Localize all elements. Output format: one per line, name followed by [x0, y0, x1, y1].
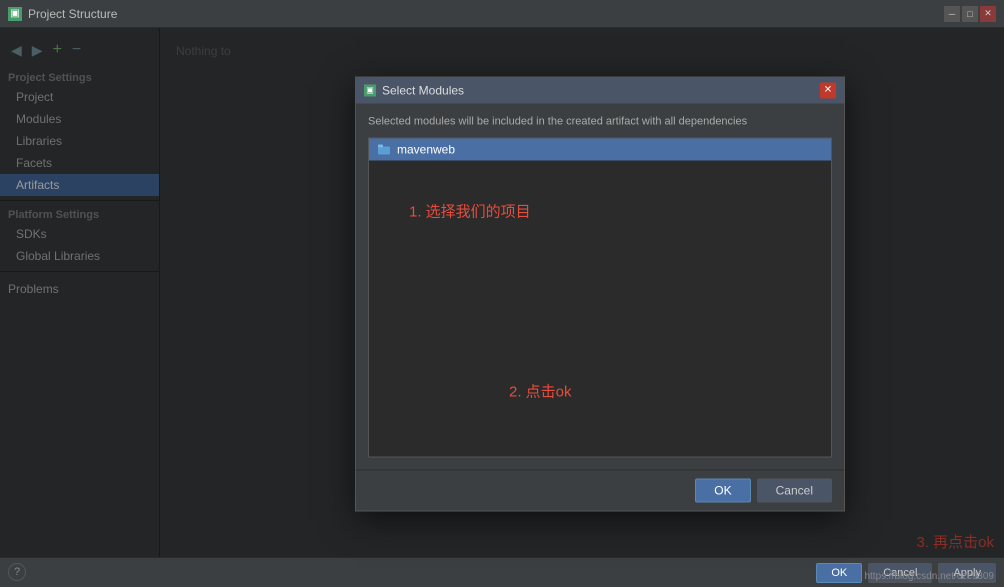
modal-icon: ▣ [364, 84, 376, 96]
minimize-button[interactable]: ─ [944, 6, 960, 22]
modal-cancel-button[interactable]: Cancel [757, 478, 832, 502]
modal-body: Selected modules will be included in the… [356, 103, 844, 469]
close-button[interactable]: ✕ [980, 6, 996, 22]
modal-ok-button[interactable]: OK [695, 478, 750, 502]
bottom-bar: OK Cancel Apply [0, 557, 1004, 587]
watermark: https://blog.csdn.net/czc9309 [864, 571, 994, 582]
module-folder-icon [377, 142, 391, 156]
module-item-mavenweb[interactable]: mavenweb [369, 138, 831, 160]
modal-titlebar: ▣ Select Modules ✕ [356, 77, 844, 103]
modal-title-left: ▣ Select Modules [364, 83, 464, 97]
module-name: mavenweb [397, 142, 455, 156]
help-icon[interactable]: ? [8, 563, 26, 581]
window-controls: ─ □ ✕ [944, 6, 996, 22]
maximize-button[interactable]: □ [962, 6, 978, 22]
modal-footer: OK Cancel [356, 469, 844, 510]
modal-title: Select Modules [382, 83, 464, 97]
select-modules-dialog: ▣ Select Modules ✕ Selected modules will… [355, 76, 845, 511]
annotation-1: 1. 选择我们的项目 [409, 200, 531, 221]
annotation-2: 2. 点击ok [509, 380, 572, 401]
ok-button[interactable]: OK [816, 563, 862, 583]
modal-description: Selected modules will be included in the… [368, 115, 832, 127]
module-list: mavenweb 1. 选择我们的项目 2. 点击ok [368, 137, 832, 457]
modal-close-button[interactable]: ✕ [820, 82, 836, 98]
title-bar: ▣ Project Structure ─ □ ✕ [0, 0, 1004, 28]
window-title: Project Structure [28, 7, 117, 21]
app-icon: ▣ [8, 7, 22, 21]
